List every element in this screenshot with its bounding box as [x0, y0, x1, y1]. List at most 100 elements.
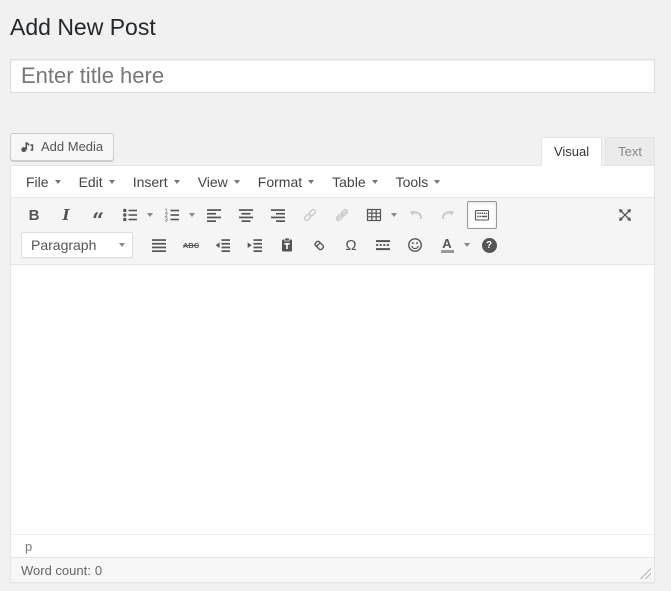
menu-insert[interactable]: Insert — [124, 166, 189, 197]
help-icon: ? — [482, 238, 497, 253]
editor-menubar: File Edit Insert View Format Table Tools — [11, 166, 654, 198]
align-right-button[interactable] — [265, 202, 291, 228]
editor-mode-tabs: Visual Text — [541, 136, 655, 165]
clipboard-icon — [279, 237, 295, 253]
redo-button[interactable] — [435, 202, 461, 228]
align-left-icon — [206, 207, 222, 223]
element-path-item[interactable]: p — [25, 539, 32, 554]
chevron-down-icon — [372, 180, 378, 184]
add-media-button[interactable]: Add Media — [10, 133, 114, 161]
link-icon — [302, 207, 318, 223]
add-media-label: Add Media — [41, 139, 103, 154]
align-center-button[interactable] — [233, 202, 259, 228]
read-more-button[interactable] — [370, 232, 396, 258]
fullscreen-button[interactable] — [612, 202, 638, 228]
outdent-icon — [215, 237, 231, 253]
outdent-button[interactable] — [210, 232, 236, 258]
resize-grippy[interactable] — [638, 566, 651, 579]
emoticons-button[interactable] — [402, 232, 428, 258]
chevron-down-icon — [55, 180, 61, 184]
chevron-down-icon — [308, 180, 314, 184]
indent-icon — [247, 237, 263, 253]
eraser-icon — [311, 237, 327, 253]
redo-icon — [440, 207, 456, 223]
special-character-button[interactable]: Ω — [338, 232, 364, 258]
menu-insert-label: Insert — [133, 174, 168, 190]
post-title-input[interactable] — [10, 59, 655, 93]
keyboard-icon — [474, 207, 490, 223]
insert-link-button[interactable] — [297, 202, 323, 228]
italic-button[interactable]: I — [53, 202, 79, 228]
chevron-down-icon — [119, 243, 125, 247]
chevron-down-icon — [147, 213, 153, 217]
bullet-list-button[interactable] — [117, 202, 153, 228]
tab-text[interactable]: Text — [605, 137, 655, 166]
strikethrough-button[interactable]: ABC — [178, 232, 204, 258]
blockquote-button[interactable]: “ — [85, 202, 111, 228]
toolbar-area: B I “ 1 2 — [11, 198, 654, 265]
menu-view[interactable]: View — [189, 166, 249, 197]
text-color-letter: A — [442, 238, 451, 249]
media-note-icon — [19, 139, 35, 155]
chevron-down-icon — [174, 180, 180, 184]
menu-table-label: Table — [332, 174, 365, 190]
paste-as-text-button[interactable] — [274, 232, 300, 258]
chevron-down-icon — [391, 213, 397, 217]
word-count-label: Word count: — [21, 563, 91, 578]
strikethrough-icon: ABC — [183, 241, 199, 250]
text-color-icon: A — [434, 232, 460, 258]
menu-table[interactable]: Table — [323, 166, 386, 197]
menu-file[interactable]: File — [17, 166, 70, 197]
clear-formatting-button[interactable] — [306, 232, 332, 258]
menu-tools-label: Tools — [396, 174, 429, 190]
chevron-down-icon — [464, 243, 470, 247]
menu-tools[interactable]: Tools — [387, 166, 450, 197]
undo-icon — [408, 207, 424, 223]
italic-icon: I — [62, 206, 69, 224]
align-right-icon — [270, 207, 286, 223]
editor-content-area[interactable] — [11, 265, 654, 534]
menu-edit[interactable]: Edit — [70, 166, 124, 197]
word-count-value: 0 — [95, 563, 102, 578]
toolbar-toggle-button[interactable] — [467, 201, 497, 229]
toolbar-row-1: B I “ 1 2 — [11, 200, 654, 230]
help-button[interactable]: ? — [476, 232, 502, 258]
indent-button[interactable] — [242, 232, 268, 258]
tinymce-editor: File Edit Insert View Format Table Tools… — [10, 165, 655, 583]
chevron-down-icon — [109, 180, 115, 184]
menu-view-label: View — [198, 174, 228, 190]
tab-visual[interactable]: Visual — [541, 137, 602, 166]
paragraph-format-dropdown[interactable]: Paragraph — [21, 232, 133, 258]
remove-link-button[interactable] — [329, 202, 355, 228]
align-left-button[interactable] — [201, 202, 227, 228]
editor-header-row: Add Media Visual Text — [10, 133, 655, 165]
table-button[interactable] — [361, 202, 397, 228]
undo-button[interactable] — [403, 202, 429, 228]
chevron-down-icon — [434, 180, 440, 184]
toolbar-row-2: Paragraph ABC — [11, 230, 654, 260]
read-more-icon — [375, 237, 391, 253]
menu-format[interactable]: Format — [249, 166, 323, 197]
bullet-list-icon — [117, 202, 143, 228]
text-color-bar — [441, 250, 454, 253]
paragraph-format-label: Paragraph — [31, 237, 96, 253]
element-path-bar: p — [11, 534, 654, 557]
align-justify-button[interactable] — [146, 232, 172, 258]
smiley-icon — [407, 237, 423, 253]
omega-icon: Ω — [345, 237, 356, 254]
bold-button[interactable]: B — [21, 202, 47, 228]
menu-file-label: File — [26, 174, 49, 190]
text-color-button[interactable]: A — [434, 232, 470, 258]
numbered-list-icon: 1 2 3 — [159, 202, 185, 228]
numbered-list-button[interactable]: 1 2 3 — [159, 202, 195, 228]
menu-edit-label: Edit — [79, 174, 103, 190]
menu-format-label: Format — [258, 174, 302, 190]
svg-text:3: 3 — [165, 217, 168, 223]
chevron-down-icon — [234, 180, 240, 184]
add-new-post-page: Add New Post Add Media Visual Text File … — [0, 0, 671, 583]
page-title: Add New Post — [10, 13, 655, 42]
bold-icon: B — [29, 207, 40, 224]
unlink-icon — [334, 207, 350, 223]
editor-status-bar: Word count: 0 — [11, 557, 654, 582]
chevron-down-icon — [189, 213, 195, 217]
